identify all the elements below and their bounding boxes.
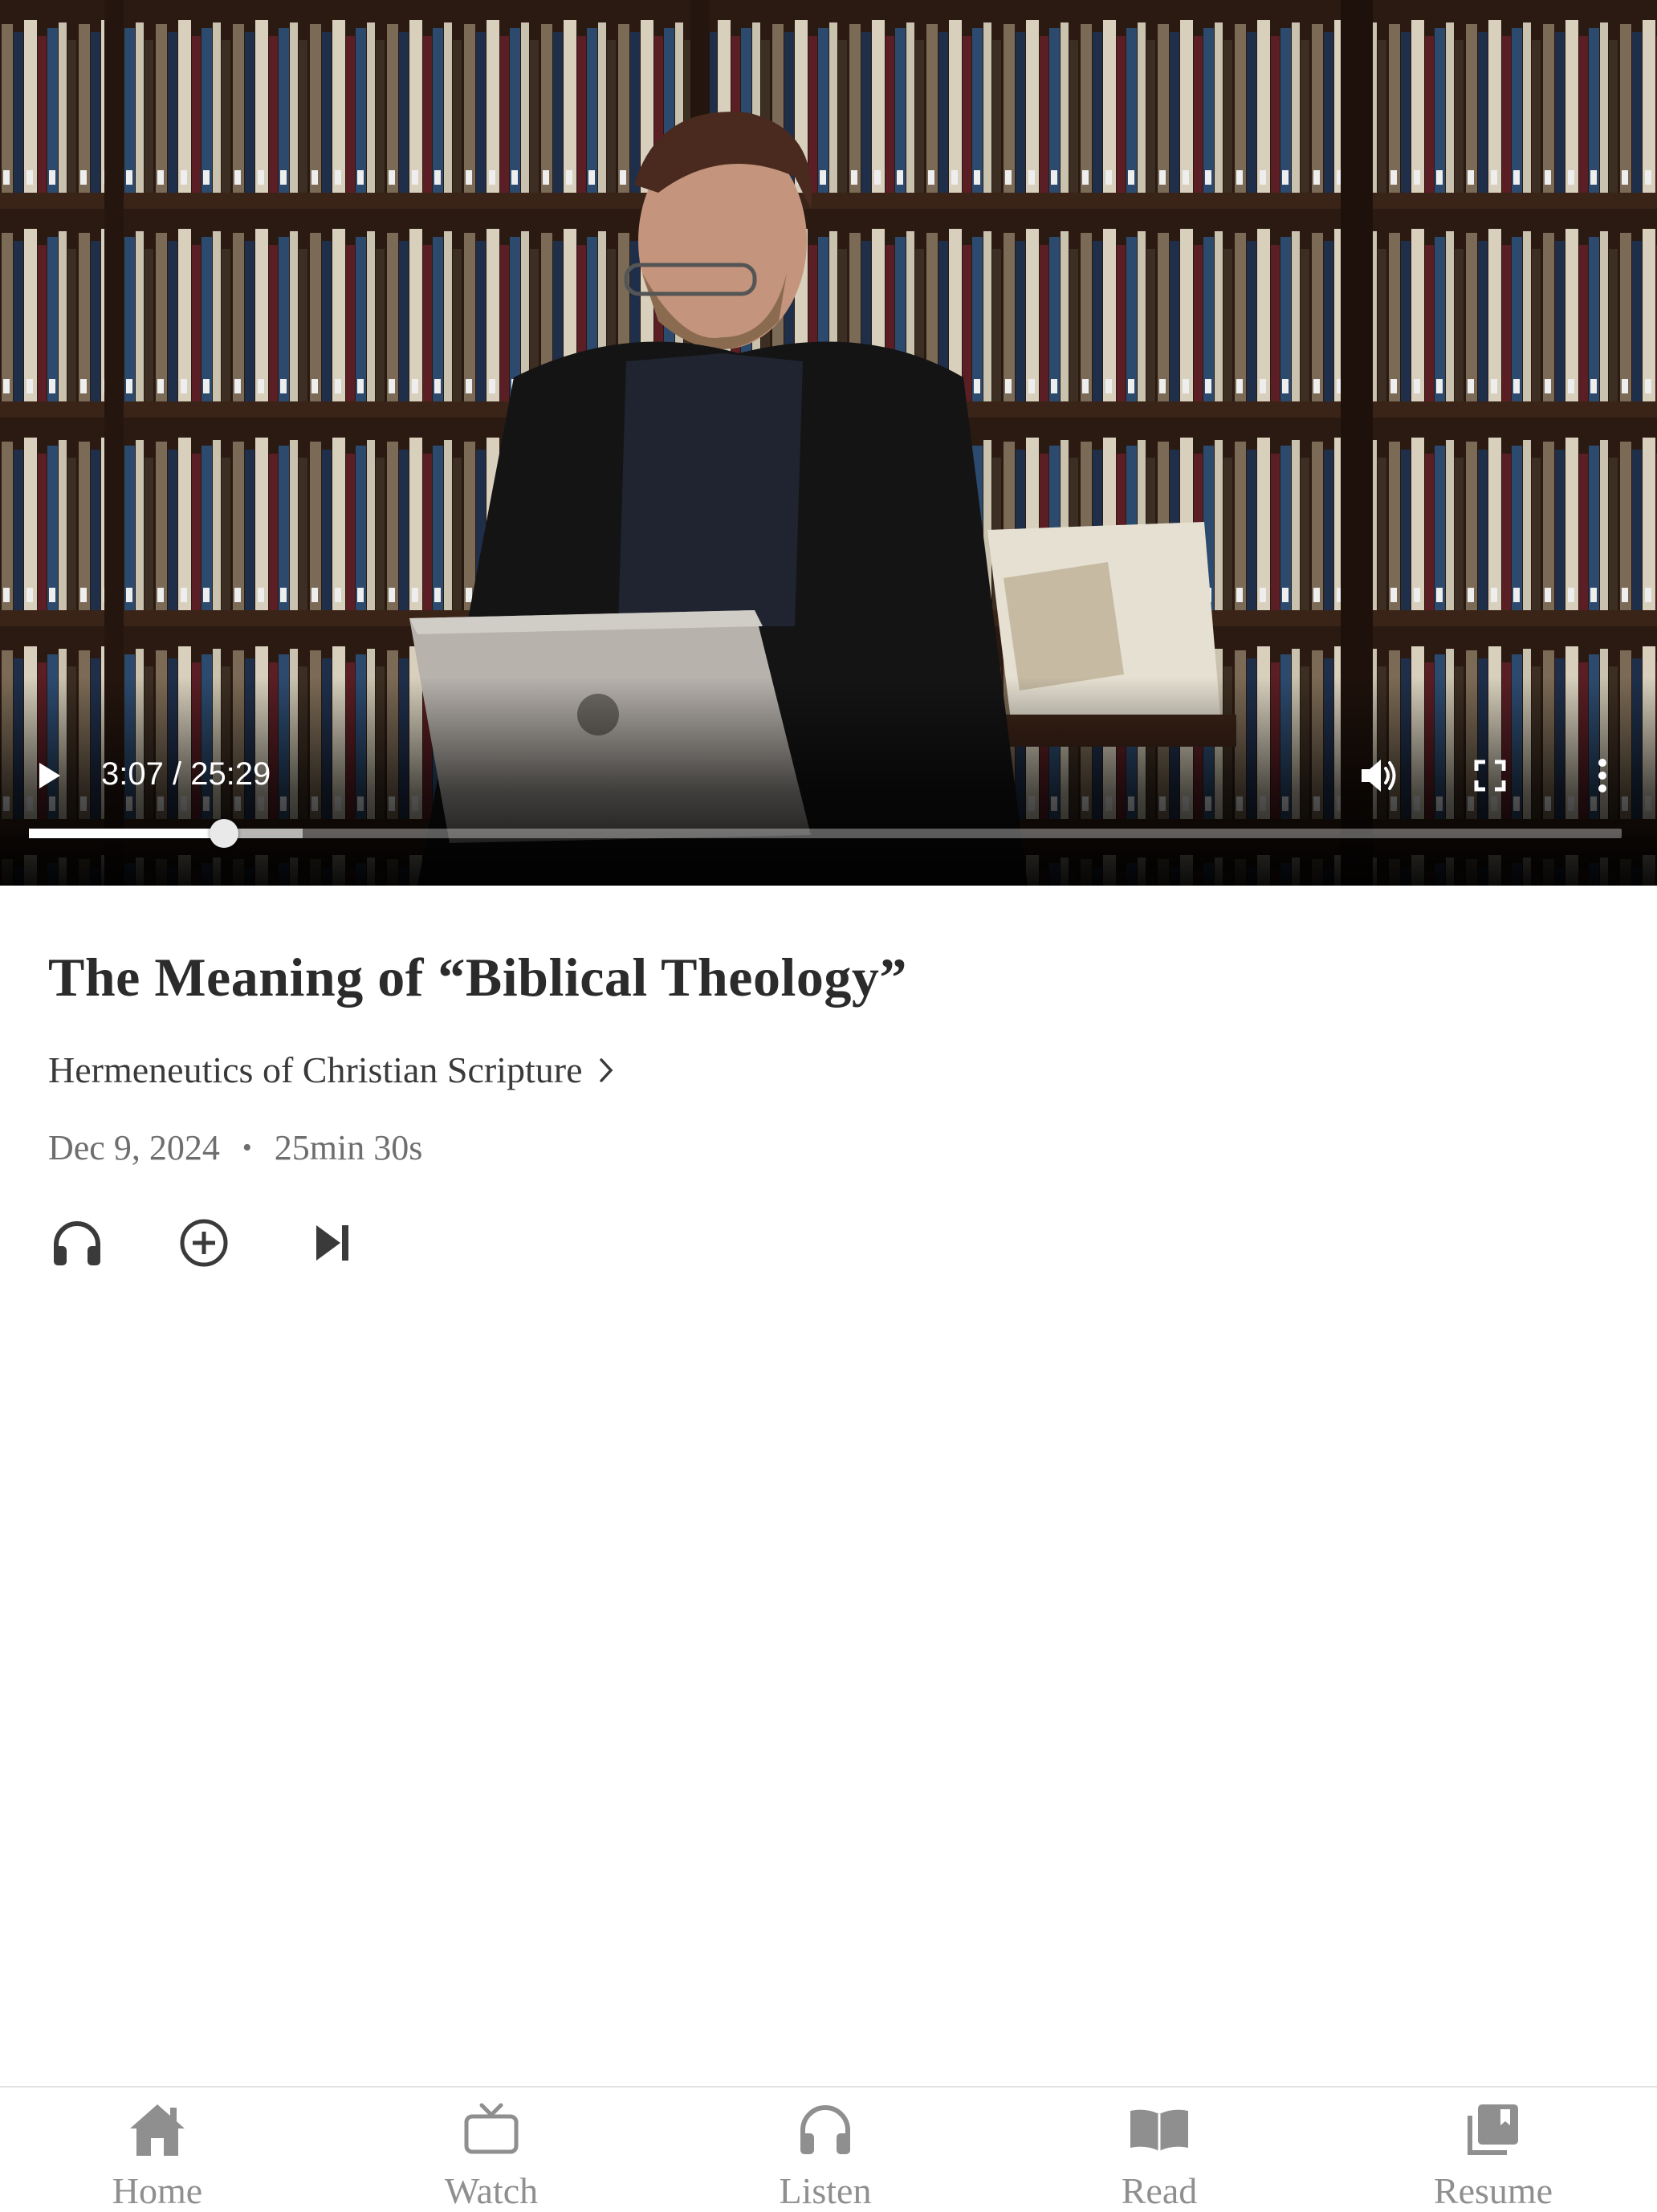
library-icon <box>1373 2097 1614 2161</box>
more-vertical-icon <box>1598 759 1606 792</box>
nav-resume-label: Resume <box>1433 2170 1553 2211</box>
volume-button[interactable] <box>1357 753 1405 798</box>
nav-watch[interactable]: Watch <box>371 2088 612 2211</box>
nav-resume[interactable]: Resume <box>1373 2088 1614 2211</box>
headphones-icon <box>54 1221 100 1265</box>
nav-home-label: Home <box>112 2170 203 2211</box>
series-link[interactable]: Hermeneutics of Christian Scripture <box>48 1049 613 1091</box>
next-episode-button[interactable] <box>300 1217 364 1269</box>
nav-read[interactable]: Read <box>1039 2088 1280 2211</box>
chevron-right-icon <box>599 1057 613 1083</box>
skip-next-icon <box>316 1225 348 1261</box>
nav-home[interactable]: Home <box>37 2088 278 2211</box>
nav-listen-label: Listen <box>779 2170 872 2211</box>
time-display: 3:07 / 25:29 <box>101 756 271 792</box>
book-icon <box>1039 2097 1280 2161</box>
seek-thumb[interactable] <box>209 819 238 848</box>
more-options-button[interactable] <box>1580 753 1625 798</box>
bottom-nav: Home Watch Listen Read Resume <box>0 2086 1657 2211</box>
home-icon <box>37 2097 278 2161</box>
nav-watch-label: Watch <box>444 2170 539 2211</box>
fullscreen-icon <box>1474 760 1506 792</box>
headphones-icon <box>705 2097 946 2161</box>
video-player[interactable]: 3:07 / 25:29 <box>0 0 1657 886</box>
listen-button[interactable] <box>45 1217 109 1269</box>
seek-bar[interactable] <box>29 819 1622 848</box>
episode-duration: 25min 30s <box>274 1128 423 1167</box>
add-to-queue-button[interactable] <box>172 1214 236 1272</box>
played-bar <box>29 829 224 838</box>
nav-listen[interactable]: Listen <box>705 2088 946 2211</box>
series-name: Hermeneutics of Christian Scripture <box>48 1049 583 1090</box>
nav-read-label: Read <box>1121 2170 1198 2211</box>
play-button[interactable] <box>27 753 72 798</box>
meta-separator: • <box>242 1132 252 1163</box>
episode-meta: Dec 9, 2024 • 25min 30s <box>48 1127 422 1168</box>
tv-icon <box>371 2097 612 2161</box>
add-circle-icon <box>180 1219 228 1267</box>
play-icon <box>39 763 60 788</box>
episode-title: The Meaning of “Biblical Theology” <box>48 947 907 1008</box>
volume-icon <box>1362 760 1396 792</box>
fullscreen-button[interactable] <box>1468 753 1512 798</box>
episode-date: Dec 9, 2024 <box>48 1128 220 1167</box>
